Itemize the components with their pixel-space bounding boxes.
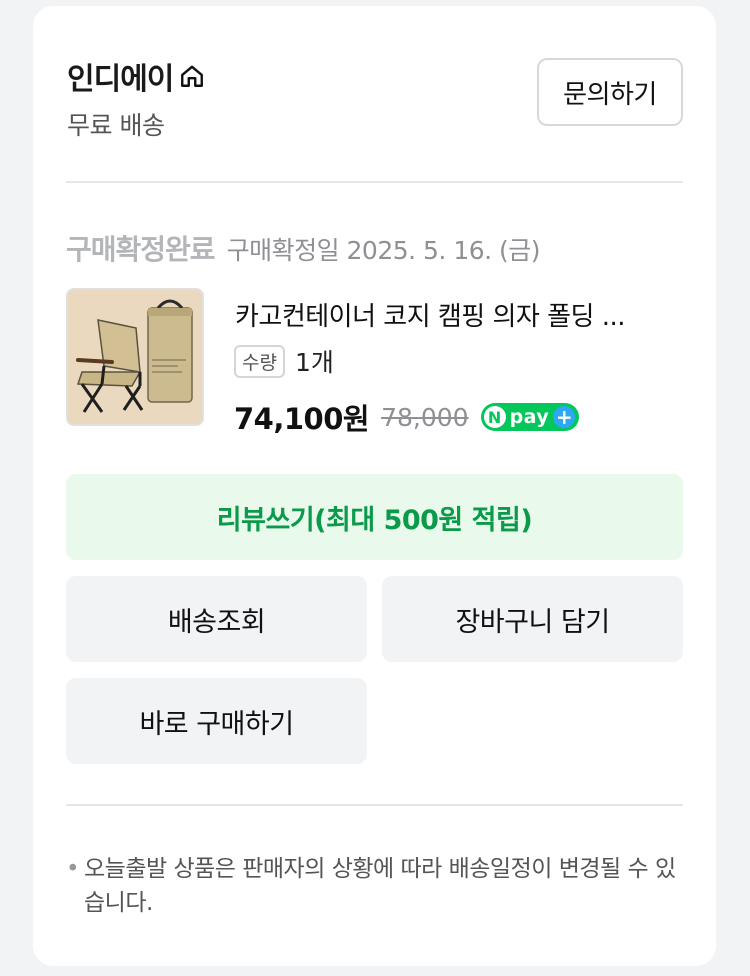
order-status-row: 구매확정완료 구매확정일 2025. 5. 16. (금) <box>66 228 541 268</box>
inquiry-button[interactable]: 문의하기 <box>537 58 683 126</box>
price-row: 74,100원 78,000 N pay + <box>234 396 580 438</box>
seller-header: 인디에이 무료 배송 문의하기 <box>67 54 683 154</box>
plus-icon: + <box>553 406 576 428</box>
seller-name: 인디에이 <box>67 62 174 97</box>
order-card: 인디에이 무료 배송 문의하기 구매확정완료 구매확정일 2025. 5. 16… <box>33 6 716 966</box>
divider <box>66 181 683 183</box>
add-to-cart-button[interactable]: 장바구니 담기 <box>382 576 683 662</box>
npay-plus-badge: N pay + <box>480 403 580 431</box>
buy-now-button[interactable]: 바로 구매하기 <box>66 678 367 764</box>
track-delivery-button[interactable]: 배송조회 <box>66 576 367 662</box>
quantity-row: 수량 1개 <box>234 343 334 379</box>
npay-n-icon: N <box>483 406 506 428</box>
product-thumbnail[interactable] <box>66 288 204 426</box>
shipping-notice: • 오늘출발 상품은 판매자의 상황에 따라 배송일정이 변경될 수 있습니다. <box>66 852 696 920</box>
home-icon <box>181 65 204 87</box>
seller-name-link[interactable]: 인디에이 <box>67 54 205 98</box>
quantity-badge: 수량 <box>234 344 285 378</box>
order-status: 구매확정완료 <box>66 233 216 266</box>
price: 74,100원 <box>234 402 370 436</box>
write-review-button[interactable]: 리뷰쓰기(최대 500원 적립) <box>66 474 683 560</box>
shipping-info: 무료 배송 <box>67 111 165 140</box>
notice-text: 오늘출발 상품은 판매자의 상황에 따라 배송일정이 변경될 수 있습니다. <box>84 856 676 916</box>
bullet: • <box>66 856 80 882</box>
npay-label: pay <box>509 406 550 428</box>
confirmed-date: 구매확정일 2025. 5. 16. (금) <box>226 236 541 265</box>
product-name[interactable]: 카고컨테이너 코지 캠핑 의자 폴딩 ... <box>235 296 685 333</box>
divider <box>66 804 683 806</box>
camping-chair-image <box>68 290 202 424</box>
original-price: 78,000 <box>381 402 469 432</box>
quantity-value: 1개 <box>294 348 334 377</box>
